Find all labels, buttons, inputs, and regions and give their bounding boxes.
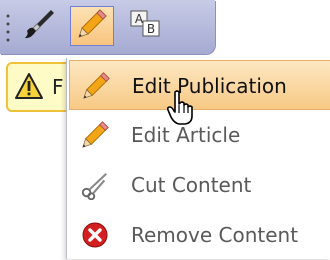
scissors-icon bbox=[79, 169, 111, 201]
menu-item-remove-content[interactable]: Remove Content bbox=[69, 210, 330, 260]
warning-icon bbox=[14, 72, 44, 104]
toolbar-grip[interactable] bbox=[6, 12, 10, 42]
edit-button[interactable] bbox=[70, 6, 114, 46]
remove-icon bbox=[79, 219, 111, 251]
menu-item-cut-content[interactable]: Cut Content bbox=[69, 160, 330, 210]
pencil-icon bbox=[79, 119, 111, 151]
menu-item-label: Remove Content bbox=[131, 223, 299, 247]
text-replace-icon: A B bbox=[129, 9, 163, 43]
hand-cursor-icon bbox=[166, 90, 196, 130]
warning-text: F bbox=[52, 75, 64, 99]
svg-text:B: B bbox=[147, 22, 155, 36]
menu-item-edit-publication[interactable]: Edit Publication bbox=[69, 60, 330, 110]
text-replace-button[interactable]: A B bbox=[124, 6, 168, 46]
pencil-icon bbox=[76, 8, 108, 44]
menu-item-edit-article[interactable]: Edit Article bbox=[69, 110, 330, 160]
toolbar: A B bbox=[0, 0, 215, 54]
brush-button[interactable] bbox=[18, 6, 62, 46]
menu-item-label: Edit Publication bbox=[132, 74, 287, 98]
menu-item-label: Cut Content bbox=[131, 173, 252, 197]
pencil-icon bbox=[80, 70, 112, 102]
edit-dropdown-menu: Edit Publication Edit Article Cut Conten… bbox=[66, 58, 330, 259]
brush-icon bbox=[23, 7, 57, 45]
